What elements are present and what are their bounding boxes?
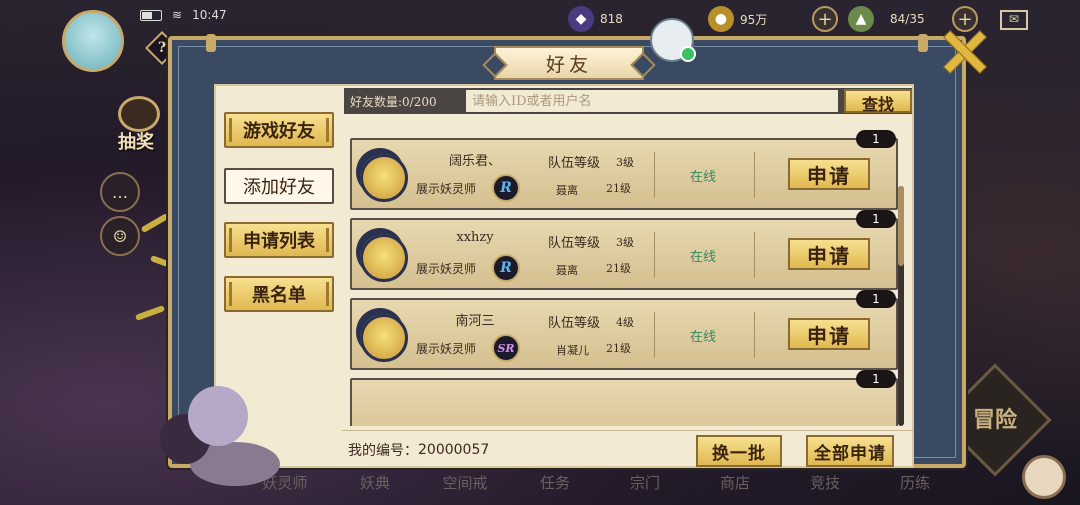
spirit-name: 聂离	[556, 264, 578, 277]
friend-name: 南河三	[455, 314, 495, 329]
tab-game-friends[interactable]: 游戏好友	[224, 112, 334, 148]
refresh-button[interactable]: 换一批	[696, 435, 782, 467]
show-spirit-label: 展示妖灵师	[416, 262, 477, 276]
coin-resource[interactable]: ● 95万	[708, 6, 767, 32]
nav-item[interactable]: 任务	[510, 472, 600, 493]
mail-icon[interactable]: ✉	[1000, 10, 1028, 30]
nav-item[interactable]: 妖典	[330, 472, 420, 493]
spirit-level: 21级	[606, 262, 631, 275]
clock-time: 10:47	[192, 8, 227, 22]
divider	[754, 312, 755, 358]
team-level-value: 3级	[616, 156, 634, 169]
friend-avatar[interactable]	[360, 154, 408, 202]
bottom-nav: 妖灵师 妖典 空间戒 任务 宗门 商店 竞技 历练	[240, 472, 960, 493]
pet-icon[interactable]	[1022, 455, 1066, 499]
stamina-amount: 84/35	[890, 12, 925, 26]
my-id-value: 20000057	[418, 441, 490, 458]
search-input[interactable]	[466, 90, 838, 112]
friend-name: 阔乐君、	[448, 154, 501, 169]
tab-request-list[interactable]: 申请列表	[224, 222, 334, 258]
online-status: 在线	[690, 170, 717, 185]
team-level-value: 3级	[616, 236, 634, 249]
friend-count: 好友数量:0/200	[350, 94, 437, 109]
search-bar: 好友数量:0/200 查找	[344, 88, 912, 114]
nav-item[interactable]: 竞技	[780, 472, 870, 493]
jade-resource[interactable]: ◆ 818	[568, 6, 623, 32]
dialog-title: 好友	[494, 46, 644, 80]
draw-label[interactable]: 抽奖	[118, 128, 154, 154]
scroll-pin	[918, 34, 928, 52]
scroll-pin	[206, 34, 216, 52]
team-level-value: 4级	[616, 316, 634, 329]
count-badge: 1	[856, 210, 896, 228]
stamina-resource[interactable]: ▲ 84/35	[848, 6, 925, 32]
recommend-list: 阔乐君、 展示妖灵师 R 队伍等级 3级 聂离 21级 在线 申请 1 xxhz…	[344, 126, 900, 426]
spirit-level: 21级	[606, 342, 631, 355]
friend-avatar[interactable]	[360, 314, 408, 362]
apply-button[interactable]: 申请	[788, 158, 870, 190]
friend-content: 好友数量:0/200 查找 阔乐君、 展示妖灵师 R 队伍等级 3级 聂离 21…	[342, 86, 914, 468]
team-level-label: 队伍等级	[548, 156, 601, 171]
rank-badge-icon: SR	[492, 334, 520, 362]
apply-button[interactable]: 申请	[788, 318, 870, 350]
tab-add-friend[interactable]: 添加好友	[224, 168, 334, 204]
nav-item[interactable]: 空间戒	[420, 472, 510, 493]
list-item: 阔乐君、 展示妖灵师 R 队伍等级 3级 聂离 21级 在线 申请 1	[350, 130, 898, 210]
divider	[654, 312, 655, 358]
count-badge: 1	[856, 290, 896, 308]
coin-icon: ●	[708, 6, 734, 32]
list-item: 南河三 展示妖灵师 SR 队伍等级 4级 肖凝儿 21级 在线 申请 1	[350, 290, 898, 370]
add-coins-button[interactable]: +	[812, 6, 838, 32]
stamina-icon: ▲	[848, 6, 874, 32]
team-level-label: 队伍等级	[548, 236, 601, 251]
rank-badge-icon: R	[492, 174, 520, 202]
player-avatar[interactable]	[62, 10, 124, 72]
nav-item[interactable]: 历练	[870, 472, 960, 493]
spirit-name: 肖凝儿	[556, 344, 589, 357]
divider	[754, 232, 755, 278]
close-icon[interactable]	[938, 26, 988, 76]
divider	[654, 232, 655, 278]
show-spirit-label: 展示妖灵师	[416, 182, 477, 196]
draw-clock-icon[interactable]	[118, 96, 160, 132]
my-id-label: 我的编号：	[348, 442, 418, 459]
tab-blacklist[interactable]: 黑名单	[224, 276, 334, 312]
divider	[654, 152, 655, 198]
jade-icon: ◆	[568, 6, 594, 32]
nav-item[interactable]: 宗门	[600, 472, 690, 493]
chibi-character	[140, 378, 290, 490]
apply-button[interactable]: 申请	[788, 238, 870, 270]
coin-amount: 95万	[740, 12, 768, 27]
battery-icon	[140, 9, 162, 21]
list-item: 1	[350, 370, 898, 426]
device-status: ≋ 10:47	[140, 8, 227, 22]
nav-item[interactable]: 商店	[690, 472, 780, 493]
wifi-icon: ≋	[172, 8, 183, 22]
dialog-panel: 游戏好友 添加好友 申请列表 黑名单 好友数量:0/200 查找 阔乐君、 展示…	[214, 84, 914, 468]
rank-badge-icon: R	[492, 254, 520, 282]
team-level-label: 队伍等级	[548, 316, 601, 331]
search-button[interactable]: 查找	[844, 89, 912, 114]
bottom-bar: 我的编号： 20000057 换一批 全部申请	[342, 430, 914, 468]
count-badge: 1	[856, 370, 896, 388]
spirit-level: 21级	[606, 182, 631, 195]
jade-amount: 818	[600, 12, 623, 26]
apply-all-button[interactable]: 全部申请	[806, 435, 894, 467]
online-status: 在线	[690, 250, 717, 265]
list-scrollbar[interactable]	[898, 186, 904, 426]
friend-name: xxhzy	[456, 230, 494, 245]
list-item: xxhzy 展示妖灵师 R 队伍等级 3级 聂离 21级 在线 申请 1	[350, 210, 898, 290]
show-spirit-label: 展示妖灵师	[416, 342, 477, 356]
scroll-thumb[interactable]	[898, 186, 904, 266]
divider	[754, 152, 755, 198]
friend-avatar[interactable]	[360, 234, 408, 282]
count-badge: 1	[856, 130, 896, 148]
spirit-name: 聂离	[556, 184, 578, 197]
online-status: 在线	[690, 330, 717, 345]
online-dot-icon	[680, 46, 696, 62]
